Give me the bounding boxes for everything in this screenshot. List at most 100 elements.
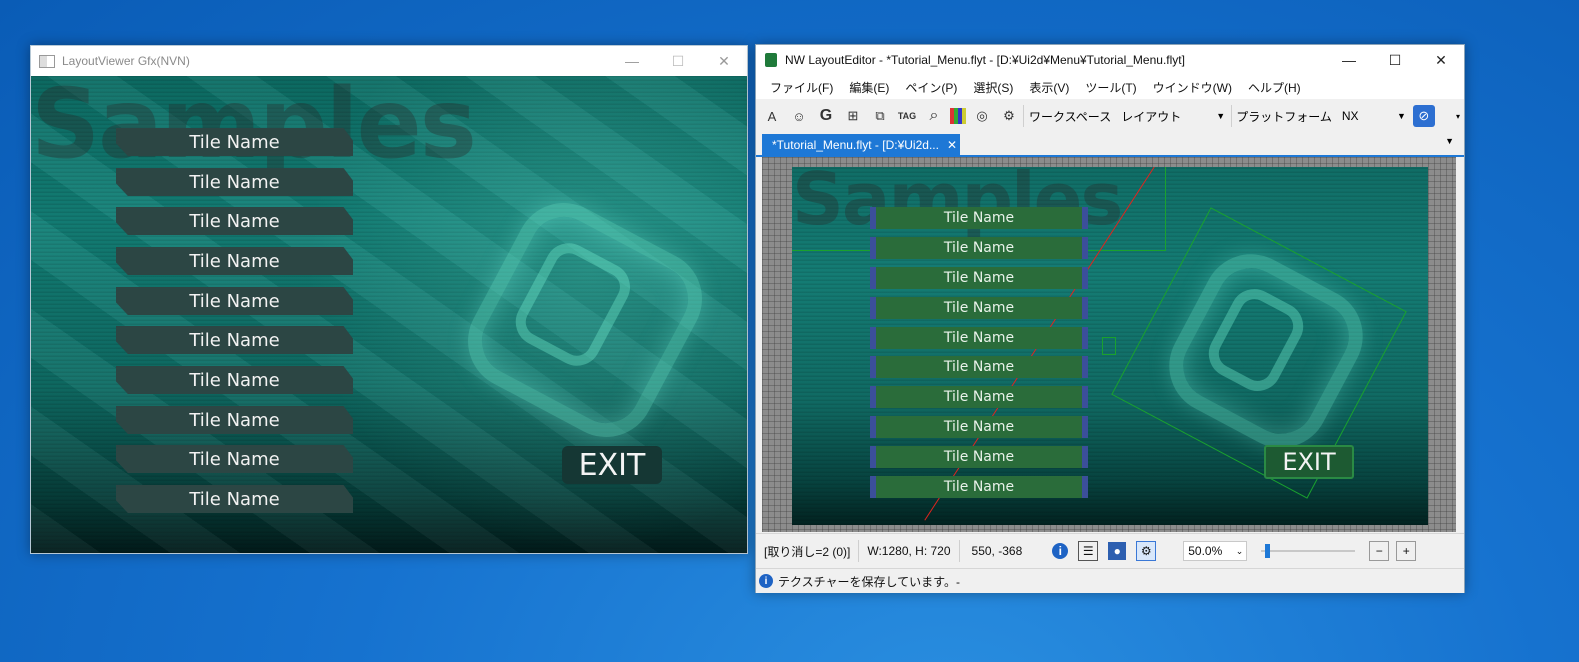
status-separator — [858, 540, 860, 562]
layout-editor-window: NW LayoutEditor - *Tutorial_Menu.flyt - … — [755, 44, 1465, 593]
menu-tools[interactable]: ツール(T) — [1077, 79, 1144, 96]
menu-tile[interactable]: Tile Name — [116, 485, 353, 513]
menu-tile[interactable]: Tile Name — [116, 287, 353, 315]
tile-pane[interactable]: Tile Name — [870, 267, 1088, 289]
viewer-titlebar[interactable]: LayoutViewer Gfx(NVN) — ☐ ✕ — [31, 46, 747, 76]
viewer-title: LayoutViewer Gfx(NVN) — [62, 54, 190, 68]
tab-tutorial-menu[interactable]: *Tutorial_Menu.flyt - [D:¥Ui2d... ✕ — [762, 134, 960, 155]
viewer-canvas[interactable]: Samples Tile Name Tile Name Tile Name Ti… — [31, 76, 747, 553]
menu-tile[interactable]: Tile Name — [116, 406, 353, 434]
menu-tile[interactable]: Tile Name — [116, 326, 353, 354]
toolbar-overflow-icon[interactable]: ▾ — [1456, 112, 1460, 121]
copy-pane-icon[interactable]: ⧉ — [869, 105, 891, 127]
cursor-coordinates: 550, -368 — [971, 544, 1023, 558]
minimize-button[interactable]: — — [609, 46, 655, 76]
app-icon — [39, 54, 55, 68]
tile-pane[interactable]: Tile Name — [870, 327, 1088, 349]
zoom-slider-track — [1261, 550, 1356, 552]
editor-titlebar[interactable]: NW LayoutEditor - *Tutorial_Menu.flyt - … — [756, 45, 1464, 75]
tile-pane[interactable]: Tile Name — [870, 386, 1088, 408]
minimize-button[interactable]: — — [1326, 45, 1372, 75]
menu-tile[interactable]: Tile Name — [116, 247, 353, 275]
menu-bar: ファイル(F) 編集(E) ペイン(P) 選択(S) 表示(V) ツール(T) … — [756, 75, 1464, 99]
tile-pane[interactable]: Tile Name — [870, 476, 1088, 498]
platform-select[interactable]: NX ▼ — [1338, 106, 1408, 126]
status-separator — [958, 540, 960, 562]
zoom-slider-thumb[interactable] — [1265, 544, 1271, 558]
tile-pane[interactable]: Tile Name — [870, 356, 1088, 378]
group-icon[interactable]: G — [815, 105, 837, 127]
info-message: テクスチャーを保存しています。- — [778, 574, 960, 589]
menu-tile[interactable]: Tile Name — [116, 366, 353, 394]
info-bar: i テクスチャーを保存しています。- — [756, 568, 1464, 593]
menu-edit[interactable]: 編集(E) — [841, 79, 897, 96]
layout-viewer-window: LayoutViewer Gfx(NVN) — ☐ ✕ Samples Tile… — [30, 45, 748, 554]
view-preview-icon[interactable]: ● — [1108, 542, 1127, 560]
exit-button[interactable]: EXIT — [1264, 445, 1354, 479]
platform-value: NX — [1341, 109, 1359, 123]
tile-pane[interactable]: Tile Name — [870, 207, 1088, 229]
platform-label: プラットフォーム — [1236, 109, 1332, 124]
layout-size: W:1280, H: 720 — [867, 544, 951, 558]
logo-inner-shape — [507, 234, 639, 375]
toolbar-separator — [1023, 105, 1024, 127]
tab-list-icon[interactable]: ▼ — [1445, 136, 1454, 146]
layout-canvas[interactable]: Samples Tile Name Tile Name Tile Name Ti… — [792, 167, 1428, 525]
zoom-select[interactable]: 50.0% ⌄ — [1183, 541, 1248, 561]
menu-pane[interactable]: ペイン(P) — [897, 79, 965, 96]
document-tab-bar: *Tutorial_Menu.flyt - [D:¥Ui2d... ✕ ▼ — [756, 133, 1464, 157]
info-icon: i — [759, 574, 773, 588]
menu-window[interactable]: ウインドウ(W) — [1145, 79, 1240, 96]
tile-pane[interactable]: Tile Name — [870, 416, 1088, 438]
close-tab-icon[interactable]: ✕ — [947, 138, 957, 152]
close-button[interactable]: ✕ — [701, 46, 747, 76]
zoom-slider[interactable] — [1261, 543, 1356, 559]
chevron-down-icon: ▼ — [1396, 111, 1406, 121]
layout-editing-area[interactable]: Samples Tile Name Tile Name Tile Name Ti… — [762, 157, 1456, 532]
gear-toggle-icon[interactable]: ⚙ — [1136, 541, 1157, 561]
search-icon[interactable]: ⌕ — [923, 105, 945, 127]
zoom-out-icon[interactable]: − — [1369, 541, 1390, 561]
menu-select[interactable]: 選択(S) — [965, 79, 1021, 96]
logo-bounds-frame[interactable] — [1111, 207, 1407, 499]
tab-label: *Tutorial_Menu.flyt - [D:¥Ui2d... — [772, 137, 939, 152]
maximize-button[interactable]: ☐ — [655, 46, 701, 76]
checker-face-icon[interactable]: ☺ — [788, 105, 810, 127]
gear-icon[interactable]: ⚙ — [998, 105, 1020, 127]
tile-pane[interactable]: Tile Name — [870, 297, 1088, 319]
zoom-in-icon[interactable]: + — [1396, 541, 1417, 561]
add-text-icon[interactable]: A — [761, 105, 783, 127]
workspace-label: ワークスペース — [1029, 109, 1112, 124]
palette-icon[interactable] — [950, 108, 966, 124]
hierarchy-icon[interactable]: ⊞ — [842, 105, 864, 127]
main-toolbar: A ☺ G ⊞ ⧉ TAG ⌕ ◎ ⚙ ワークスペース レイアウト ▼ プラット… — [756, 99, 1464, 133]
toolbar-separator — [1231, 105, 1233, 127]
menu-tile[interactable]: Tile Name — [116, 207, 353, 235]
connect-target-icon[interactable]: ⊘ — [1412, 105, 1435, 127]
editor-app-icon — [765, 53, 777, 67]
chevron-down-icon: ▼ — [1216, 111, 1226, 121]
menu-file[interactable]: ファイル(F) — [762, 79, 841, 96]
workspace-select[interactable]: レイアウト ▼ — [1117, 106, 1227, 126]
menu-tile[interactable]: Tile Name — [116, 168, 353, 196]
close-button[interactable]: ✕ — [1418, 45, 1464, 75]
menu-view[interactable]: 表示(V) — [1021, 79, 1077, 96]
exit-button[interactable]: EXIT — [562, 446, 662, 484]
menu-tile[interactable]: Tile Name — [116, 128, 353, 156]
status-bar: [取り消し=2 (0)] W:1280, H: 720 550, -368 i … — [756, 533, 1464, 568]
editor-title: NW LayoutEditor - *Tutorial_Menu.flyt - … — [785, 53, 1185, 67]
animation-icon[interactable]: ◎ — [971, 105, 993, 127]
tile-pane[interactable]: Tile Name — [870, 446, 1088, 468]
workspace-value: レイアウト — [1121, 109, 1182, 124]
menu-help[interactable]: ヘルプ(H) — [1240, 79, 1309, 96]
info-icon[interactable]: i — [1052, 543, 1069, 559]
maximize-button[interactable]: ☐ — [1372, 45, 1418, 75]
chevron-down-icon: ⌄ — [1235, 545, 1244, 556]
layout-list-icon[interactable]: ☰ — [1078, 541, 1099, 561]
tag-icon[interactable]: TAG — [896, 105, 918, 127]
zoom-value: 50.0% — [1188, 544, 1223, 558]
undo-status: [取り消し=2 (0)] — [764, 544, 851, 559]
pane-pivot-marker[interactable] — [1102, 337, 1116, 355]
menu-tile[interactable]: Tile Name — [116, 445, 353, 473]
tile-pane[interactable]: Tile Name — [870, 237, 1088, 259]
